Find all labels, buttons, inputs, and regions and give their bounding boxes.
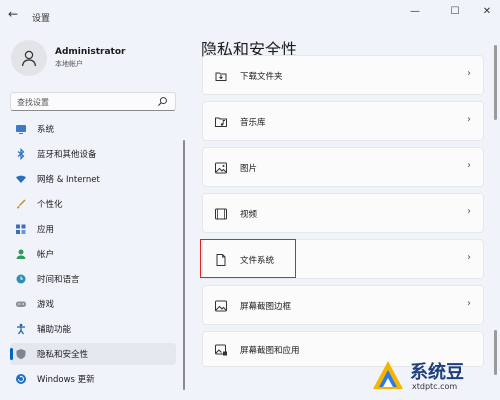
title-bar: ← 设置 — ☐ ✕ bbox=[0, 0, 500, 30]
sidebar-item-label: Windows 更新 bbox=[37, 375, 95, 385]
search-input[interactable]: 查找设置 bbox=[10, 92, 176, 111]
card-label: 图片 bbox=[240, 164, 258, 174]
watermark: 系统豆 xtdptc.com bbox=[370, 352, 498, 398]
app-title: 设置 bbox=[32, 14, 51, 24]
sidebar-item-label: 网络 & Internet bbox=[37, 175, 100, 185]
sidebar-item-label: 蓝牙和其他设备 bbox=[37, 150, 97, 160]
update-icon bbox=[15, 373, 27, 385]
watermark-text: 系统豆 bbox=[410, 362, 464, 383]
chevron-right-icon: › bbox=[467, 68, 471, 79]
avatar[interactable] bbox=[11, 40, 47, 76]
monitor-icon bbox=[15, 123, 27, 135]
search-placeholder: 查找设置 bbox=[17, 98, 49, 107]
sidebar-item-label: 个性化 bbox=[37, 200, 63, 210]
person-icon bbox=[15, 248, 27, 260]
sidebar-item-label: 隐私和安全性 bbox=[37, 350, 89, 360]
maximize-button[interactable]: ☐ bbox=[446, 5, 464, 19]
sidebar-item-accounts[interactable]: 帐户 bbox=[10, 243, 176, 265]
bluetooth-icon bbox=[15, 148, 27, 160]
sidebar-item-time-language[interactable]: 时间和语言 bbox=[10, 268, 176, 290]
music-folder-icon bbox=[215, 117, 227, 127]
sidebar-item-network[interactable]: 网络 & Internet bbox=[10, 168, 176, 190]
chevron-right-icon: › bbox=[467, 160, 471, 171]
sidebar: Administrator 本地帐户 查找设置 系统 蓝牙和其他设备 网络 & … bbox=[0, 30, 185, 400]
card-pictures[interactable]: 图片 › bbox=[202, 147, 484, 187]
user-account-type: 本地帐户 bbox=[55, 60, 83, 68]
download-folder-icon bbox=[215, 72, 227, 81]
card-music-library[interactable]: 音乐库 › bbox=[202, 101, 484, 141]
card-downloads-folder[interactable]: 下载文件夹 › bbox=[202, 55, 484, 95]
screenshot-border-icon bbox=[215, 300, 227, 312]
shield-icon bbox=[15, 348, 27, 360]
sidebar-item-label: 时间和语言 bbox=[37, 275, 80, 285]
card-label: 音乐库 bbox=[240, 118, 266, 128]
sidebar-item-privacy-security[interactable]: 隐私和安全性 bbox=[10, 343, 176, 365]
card-label: 视频 bbox=[240, 210, 258, 220]
sidebar-item-label: 帐户 bbox=[37, 250, 55, 260]
watermark-subtext: xtdptc.com bbox=[412, 382, 458, 391]
sidebar-item-gaming[interactable]: 游戏 bbox=[10, 293, 176, 315]
user-name: Administrator bbox=[55, 47, 126, 57]
close-button[interactable]: ✕ bbox=[478, 5, 496, 19]
sidebar-item-apps[interactable]: 应用 bbox=[10, 218, 176, 240]
apps-icon bbox=[15, 223, 27, 235]
sidebar-item-bluetooth[interactable]: 蓝牙和其他设备 bbox=[10, 143, 176, 165]
globe-clock-icon bbox=[15, 273, 27, 285]
sidebar-item-label: 系统 bbox=[37, 125, 55, 135]
sidebar-item-system[interactable]: 系统 bbox=[10, 118, 176, 140]
chevron-right-icon: › bbox=[467, 114, 471, 125]
gamepad-icon bbox=[15, 298, 27, 310]
card-label: 下载文件夹 bbox=[240, 72, 283, 82]
chevron-right-icon: › bbox=[467, 252, 471, 263]
watermark-logo-icon bbox=[373, 361, 403, 389]
video-icon bbox=[215, 208, 227, 220]
sidebar-scrollbar[interactable] bbox=[183, 140, 185, 390]
accessibility-icon bbox=[15, 323, 27, 335]
picture-icon bbox=[215, 162, 227, 174]
screenshot-app-icon bbox=[215, 344, 227, 356]
sidebar-item-windows-update[interactable]: Windows 更新 bbox=[10, 368, 176, 390]
minimize-button[interactable]: — bbox=[406, 5, 424, 19]
search-icon[interactable] bbox=[157, 96, 168, 107]
active-indicator bbox=[10, 348, 13, 360]
sidebar-item-personalization[interactable]: 个性化 bbox=[10, 193, 176, 215]
wifi-icon bbox=[15, 173, 27, 185]
back-button[interactable]: ← bbox=[6, 7, 20, 21]
card-videos[interactable]: 视频 › bbox=[202, 193, 484, 233]
chevron-right-icon: › bbox=[467, 298, 471, 309]
sidebar-item-label: 游戏 bbox=[37, 300, 55, 310]
sidebar-item-label: 辅助功能 bbox=[37, 325, 72, 335]
brush-icon bbox=[15, 198, 27, 210]
card-label: 屏幕截图边框 bbox=[240, 302, 292, 312]
settings-window: ← 设置 — ☐ ✕ Administrator 本地帐户 查找设置 系统 蓝牙… bbox=[0, 0, 500, 400]
chevron-right-icon: › bbox=[467, 206, 471, 217]
highlight-annotation bbox=[200, 239, 296, 278]
sidebar-item-accessibility[interactable]: 辅助功能 bbox=[10, 318, 176, 340]
sidebar-item-label: 应用 bbox=[37, 225, 55, 235]
card-label: 屏幕截图和应用 bbox=[240, 346, 300, 356]
main-scrollbar-thumb[interactable] bbox=[494, 45, 497, 120]
user-icon bbox=[21, 50, 37, 67]
card-screenshot-borders[interactable]: 屏幕截图边框 › bbox=[202, 285, 484, 325]
